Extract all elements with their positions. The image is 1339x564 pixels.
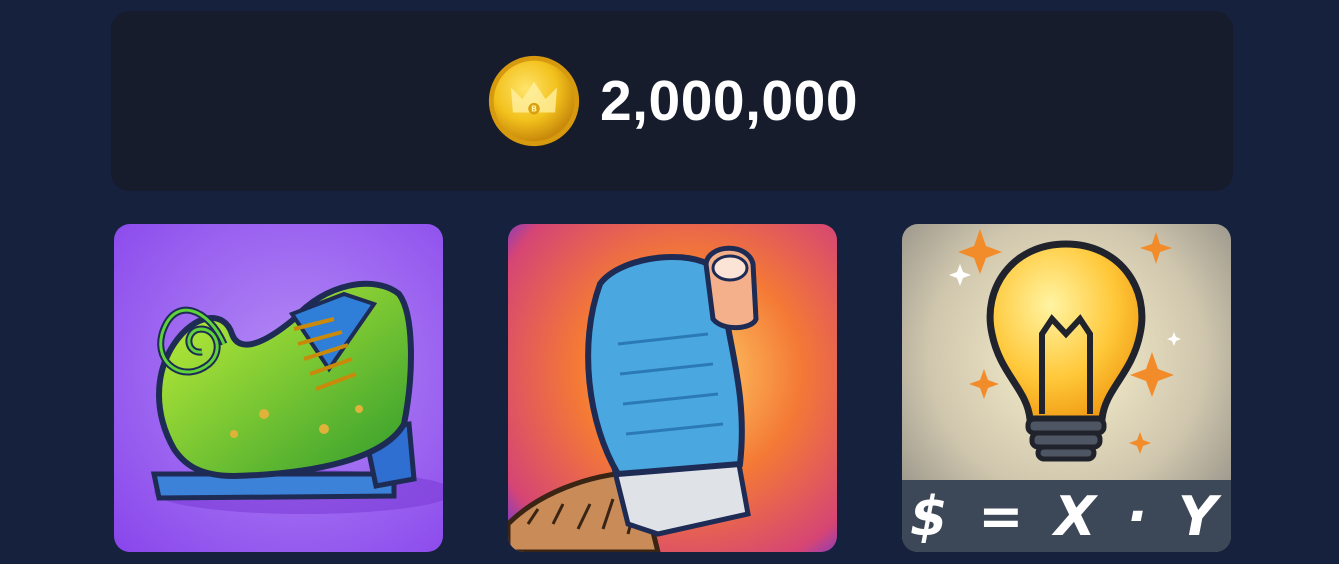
coin-icon: B [488, 55, 580, 147]
sock-card[interactable] [508, 224, 837, 552]
chameleon-shoe-image [114, 224, 443, 552]
shoe-card[interactable] [114, 224, 443, 552]
balance-panel: B 2,000,000 [111, 11, 1233, 191]
formula-label: $ = X · Y [902, 480, 1231, 552]
toe-sock-image [508, 224, 837, 552]
balance-amount: 2,000,000 [599, 68, 859, 133]
svg-text:B: B [531, 105, 537, 114]
idea-card[interactable]: $ = X · Y [902, 224, 1231, 552]
